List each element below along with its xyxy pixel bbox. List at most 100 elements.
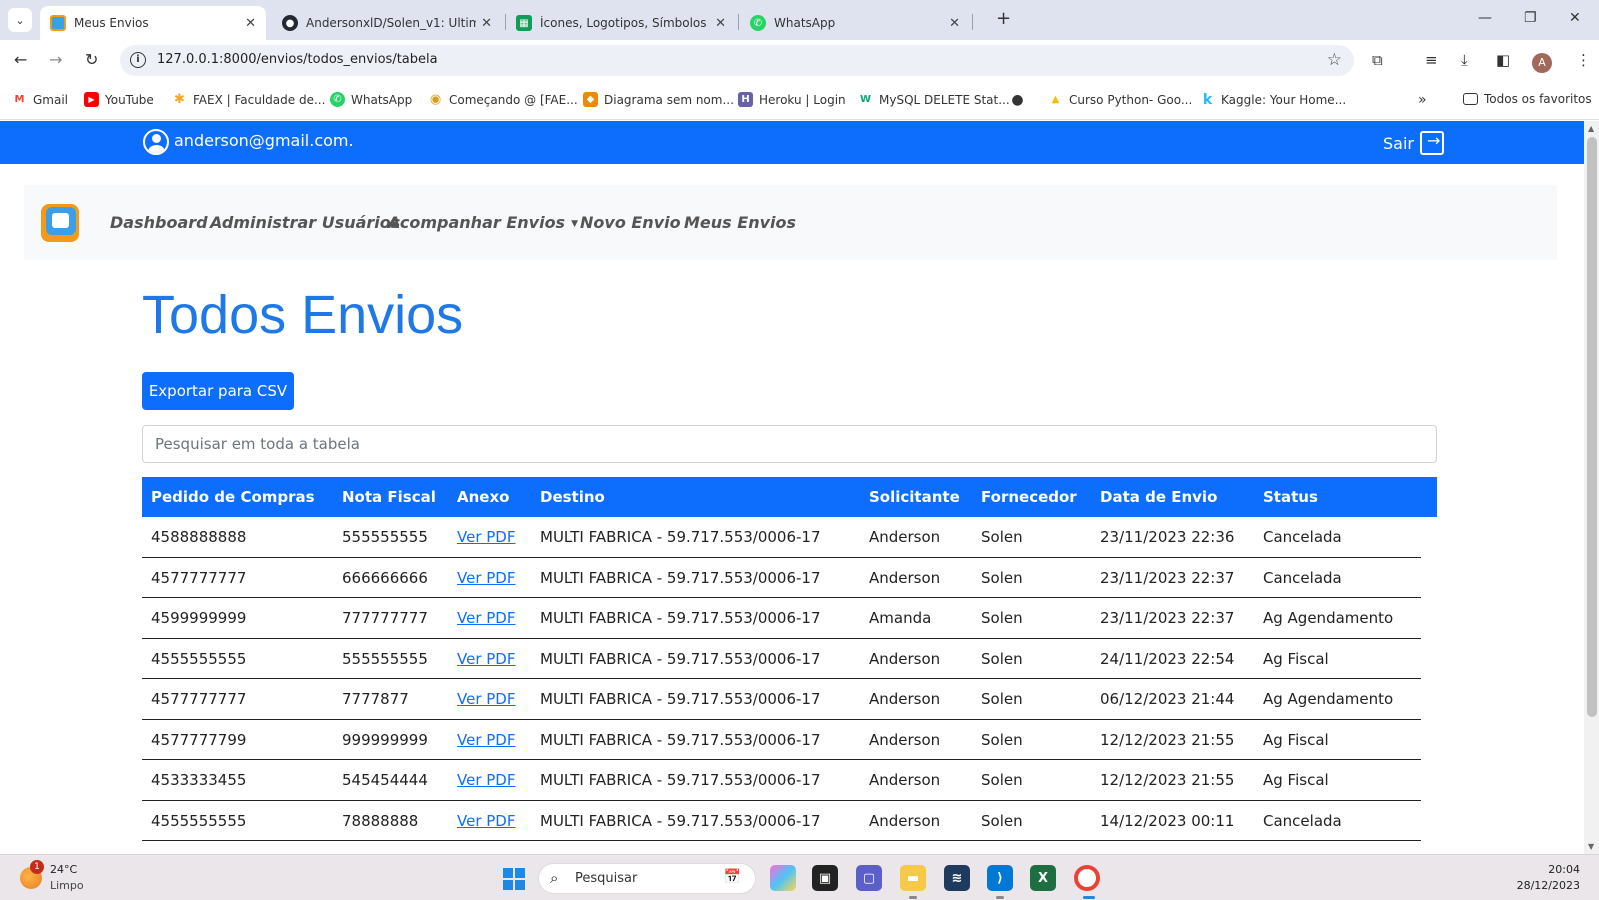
minimize-icon[interactable]: — bbox=[1478, 10, 1492, 26]
reload-icon[interactable]: ↻ bbox=[85, 50, 98, 69]
tab-icones[interactable]: ▦ Ícones, Logotipos, Símbolos de ✕ bbox=[506, 6, 736, 40]
bookmark-comecando[interactable]: ◉ Começando @ [FAE... bbox=[428, 92, 578, 107]
bookmark-kaggle[interactable]: k Kaggle: Your Home... bbox=[1200, 92, 1347, 108]
task-view-icon[interactable]: ▣ bbox=[812, 865, 838, 891]
table-row: 4533333455 545454444 Ver PDF MULTI FABRICA … bbox=[142, 760, 1421, 801]
side-panel-icon[interactable]: ◧ bbox=[1496, 51, 1510, 69]
weather-temperature[interactable]: 24°C bbox=[50, 863, 77, 876]
more-bookmarks-icon[interactable]: » bbox=[1418, 92, 1427, 108]
bookmark-diagrama[interactable]: ◆ Diagrama sem nom... bbox=[583, 92, 734, 107]
page-scrollbar[interactable]: ▲ ▼ bbox=[1584, 121, 1599, 854]
nav-novo-envio[interactable]: Novo Envio bbox=[580, 213, 681, 232]
download-icon[interactable]: ⤓ bbox=[1461, 51, 1468, 69]
nav-dashboard[interactable]: Dashboard bbox=[110, 213, 208, 232]
clock-time[interactable]: 20:04 bbox=[1530, 863, 1580, 876]
scrollbar-thumb[interactable] bbox=[1587, 137, 1597, 717]
table-search-input[interactable] bbox=[142, 425, 1437, 463]
bookmark-heroku[interactable]: H Heroku | Login bbox=[738, 92, 846, 107]
column-header[interactable]: Anexo bbox=[457, 488, 509, 506]
view-pdf-link[interactable]: Ver PDF bbox=[457, 569, 515, 587]
excel-icon[interactable]: X bbox=[1030, 865, 1056, 891]
close-icon[interactable]: ✕ bbox=[949, 16, 960, 31]
url-text[interactable]: 127.0.0.1:8000/envios/todos_envios/tabel… bbox=[157, 52, 438, 67]
table-cell: Solen bbox=[981, 690, 1023, 708]
media-icon[interactable]: ≡ bbox=[1425, 51, 1438, 69]
tab-meus-envios[interactable]: Meus Envios ✕ bbox=[40, 6, 266, 40]
profile-avatar[interactable]: A bbox=[1532, 53, 1552, 73]
bookmark-youtube[interactable]: ▶ YouTube bbox=[84, 92, 154, 107]
bookmark-label: Kaggle: Your Home... bbox=[1221, 92, 1347, 107]
scroll-down-icon[interactable]: ▼ bbox=[1588, 842, 1594, 851]
table-cell: MULTI FABRICA - 59.717.553/0006-17 bbox=[540, 811, 821, 830]
view-pdf-link[interactable]: Ver PDF bbox=[457, 528, 515, 546]
new-tab-icon[interactable]: + bbox=[996, 8, 1011, 29]
google-drive-icon: ▲ bbox=[1048, 92, 1063, 107]
view-pdf-link[interactable]: Ver PDF bbox=[457, 650, 515, 668]
column-header[interactable]: Destino bbox=[540, 488, 605, 506]
taskbar-search[interactable]: ⌕ Pesquisar 📅 bbox=[538, 863, 756, 894]
extensions-icon[interactable]: ⧉ bbox=[1372, 51, 1383, 69]
forward-icon[interactable]: → bbox=[49, 50, 62, 69]
column-header[interactable]: Solicitante bbox=[869, 488, 960, 506]
site-info-icon[interactable]: i bbox=[130, 52, 146, 68]
back-icon[interactable]: ← bbox=[14, 50, 27, 69]
table-cell: Anderson bbox=[869, 771, 941, 789]
view-pdf-link[interactable]: Ver PDF bbox=[457, 771, 515, 789]
bookmark-whatsapp[interactable]: ✆ WhatsApp bbox=[330, 92, 412, 107]
weather-description[interactable]: Limpo bbox=[50, 879, 84, 892]
bookmark-faex[interactable]: ✱ FAEX | Faculdade de... bbox=[172, 92, 325, 107]
view-pdf-link[interactable]: Ver PDF bbox=[457, 609, 515, 627]
view-pdf-link[interactable]: Ver PDF bbox=[457, 690, 515, 708]
logout-button[interactable]: Sair bbox=[1383, 131, 1444, 155]
scroll-up-icon[interactable]: ▲ bbox=[1588, 124, 1594, 133]
teams-icon[interactable]: ▢ bbox=[856, 865, 882, 891]
close-icon[interactable]: ✕ bbox=[245, 16, 256, 31]
view-pdf-link[interactable]: Ver PDF bbox=[457, 812, 515, 830]
bookmark-star-icon[interactable]: ☆ bbox=[1327, 50, 1342, 70]
restore-icon[interactable]: ❐ bbox=[1524, 10, 1537, 26]
notification-badge: 1 bbox=[30, 860, 44, 874]
table-cell: 4555555555 bbox=[151, 811, 247, 830]
table-cell: 999999999 bbox=[342, 730, 428, 749]
table-row: 4555555555 78888888 Ver PDF MULTI FABRICA -… bbox=[142, 801, 1421, 841]
view-pdf-link[interactable]: Ver PDF bbox=[457, 731, 515, 749]
all-bookmarks-folder[interactable]: Todos os favoritos bbox=[1463, 92, 1592, 106]
close-icon[interactable]: ✕ bbox=[481, 16, 492, 31]
mysql-workbench-icon[interactable]: ≋ bbox=[944, 865, 970, 891]
export-csv-button[interactable]: Exportar para CSV bbox=[142, 372, 294, 410]
windows-start-icon[interactable] bbox=[503, 868, 525, 890]
browser-tab-bar: ⌄ Meus Envios ✕ ● AndersonxlD/Solen_v1: … bbox=[0, 0, 1599, 40]
window-close-icon[interactable]: ✕ bbox=[1569, 10, 1581, 26]
column-header[interactable]: Pedido de Compras bbox=[151, 488, 315, 506]
nav-acompanhar-envios[interactable]: Acompanhar Envios ▼ bbox=[388, 213, 578, 232]
table-cell: Ag Agendamento bbox=[1263, 609, 1394, 627]
bookmark-curso-python[interactable]: ▲ Curso Python- Goo... bbox=[1048, 92, 1192, 107]
table-cell: 666666666 bbox=[342, 568, 428, 587]
vscode-icon[interactable]: ⟩ bbox=[987, 865, 1013, 891]
close-icon[interactable]: ✕ bbox=[715, 16, 726, 31]
column-header[interactable]: Status bbox=[1263, 488, 1318, 506]
clock-date[interactable]: 28/12/2023 bbox=[1510, 879, 1580, 892]
bookmark-gmail[interactable]: M Gmail bbox=[12, 92, 68, 107]
main-navbar: Dashboard Administrar Usuários Acompanha… bbox=[24, 185, 1557, 260]
file-explorer-icon[interactable]: ▬ bbox=[900, 865, 926, 891]
address-bar[interactable]: i 127.0.0.1:8000/envios/todos_envios/tab… bbox=[120, 45, 1354, 76]
column-header[interactable]: Data de Envio bbox=[1100, 488, 1217, 506]
bookmark-globe[interactable]: ● bbox=[1010, 92, 1031, 108]
tab-github[interactable]: ● AndersonxlD/Solen_v1: Ultima v ✕ bbox=[272, 6, 502, 40]
bookmark-mysql[interactable]: W MySQL DELETE Stat... bbox=[858, 92, 1010, 107]
nav-meus-envios[interactable]: Meus Envios bbox=[684, 213, 796, 232]
github-icon: ● bbox=[282, 15, 298, 31]
column-header[interactable]: Fornecedor bbox=[981, 488, 1077, 506]
brand-logo[interactable] bbox=[41, 204, 79, 242]
table-cell: 555555555 bbox=[342, 528, 428, 546]
nav-administrar-usuarios[interactable]: Administrar Usuários bbox=[210, 213, 400, 232]
table-cell: Anderson bbox=[869, 568, 941, 587]
chrome-icon[interactable] bbox=[1074, 865, 1100, 891]
tab-whatsapp[interactable]: ✆ WhatsApp ✕ bbox=[740, 6, 970, 40]
column-header[interactable]: Nota Fiscal bbox=[342, 488, 436, 506]
menu-kebab-icon[interactable]: ⋮ bbox=[1576, 51, 1591, 69]
page-title: Todos Envios bbox=[142, 285, 464, 345]
copilot-icon[interactable] bbox=[770, 865, 796, 891]
tab-search-icon[interactable]: ⌄ bbox=[8, 8, 32, 32]
